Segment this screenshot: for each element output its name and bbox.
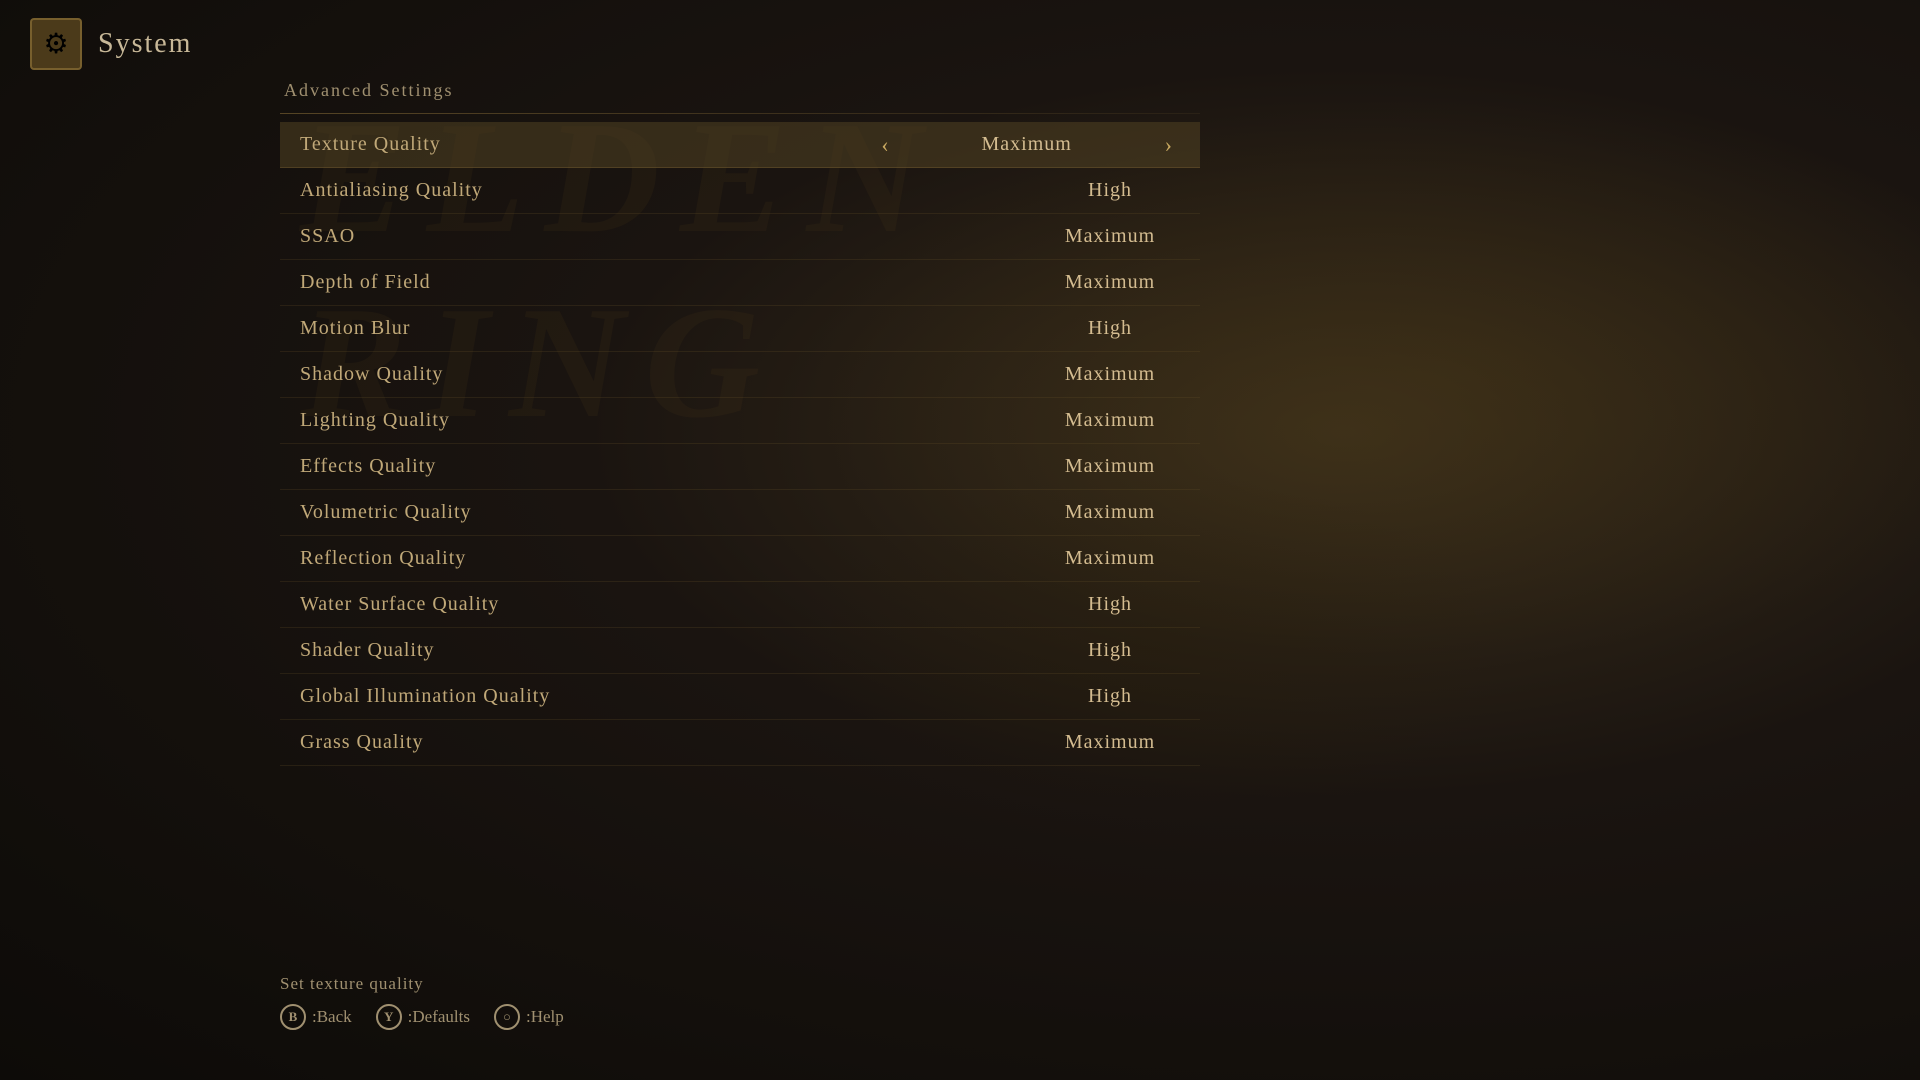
setting-label: Reflection Quality [300,547,1040,570]
control-icon: Y [376,1004,402,1030]
setting-row[interactable]: Depth of FieldMaximum [280,260,1200,306]
setting-label: Antialiasing Quality [300,179,1040,202]
setting-row[interactable]: Lighting QualityMaximum [280,398,1200,444]
setting-row[interactable]: Motion BlurHigh [280,306,1200,352]
setting-label: Grass Quality [300,731,1040,754]
setting-row[interactable]: Antialiasing QualityHigh [280,168,1200,214]
setting-label: Volumetric Quality [300,501,1040,524]
setting-row[interactable]: Effects QualityMaximum [280,444,1200,490]
setting-label: Effects Quality [300,455,1040,478]
setting-row[interactable]: Shadow QualityMaximum [280,352,1200,398]
footer-hint: Set texture quality [280,974,564,994]
control-label: :Defaults [408,1007,470,1027]
arrow-right-button[interactable]: › [1157,130,1180,160]
setting-label: Shader Quality [300,639,1040,662]
gear-icon: ⚙ [30,18,82,70]
setting-label: Motion Blur [300,317,1040,340]
setting-label: Global Illumination Quality [300,685,1040,708]
setting-label: Texture Quality [300,133,873,156]
setting-value: High [1040,639,1180,662]
setting-label: Lighting Quality [300,409,1040,432]
setting-row[interactable]: Global Illumination QualityHigh [280,674,1200,720]
arrow-left-button[interactable]: ‹ [873,130,896,160]
setting-value: High [1040,317,1180,340]
setting-value: Maximum [1040,225,1180,248]
setting-value: Maximum [1040,547,1180,570]
section-divider [280,113,1200,114]
setting-label: SSAO [300,225,1040,248]
control-icon: ○ [494,1004,520,1030]
nav-arrows: ‹ Maximum › [873,130,1180,160]
setting-row[interactable]: Shader QualityHigh [280,628,1200,674]
control-label: :Back [312,1007,352,1027]
setting-value: Maximum [1040,501,1180,524]
control-label: :Help [526,1007,564,1027]
main-panel: Advanced Settings Texture Quality‹ Maximu… [280,80,1200,766]
footer-control[interactable]: Y :Defaults [376,1004,470,1030]
footer-control[interactable]: ○ :Help [494,1004,564,1030]
setting-label: Depth of Field [300,271,1040,294]
footer-controls: B :Back Y :Defaults ○ :Help [280,1004,564,1030]
setting-value: High [1040,685,1180,708]
setting-label: Water Surface Quality [300,593,1040,616]
setting-value: High [1040,179,1180,202]
setting-row[interactable]: Water Surface QualityHigh [280,582,1200,628]
setting-value: High [1040,593,1180,616]
setting-value: Maximum [1040,363,1180,386]
setting-value: Maximum [1040,271,1180,294]
main-content: ⚙ System Advanced Settings Texture Quali… [0,0,1920,1080]
footer-control[interactable]: B :Back [280,1004,352,1030]
setting-row[interactable]: Grass QualityMaximum [280,720,1200,766]
setting-row[interactable]: Texture Quality‹ Maximum › [280,122,1200,168]
header-title: System [98,28,192,60]
setting-row[interactable]: Volumetric QualityMaximum [280,490,1200,536]
header: ⚙ System [0,0,1920,88]
setting-value: Maximum [957,133,1097,156]
setting-label: Shadow Quality [300,363,1040,386]
footer: Set texture quality B :Back Y :Defaults ○ :He… [280,974,564,1030]
setting-row[interactable]: Reflection QualityMaximum [280,536,1200,582]
settings-list: Texture Quality‹ Maximum › Antialiasing Qua… [280,122,1200,766]
section-title: Advanced Settings [280,80,1200,101]
setting-value: Maximum [1040,409,1180,432]
setting-value: Maximum [1040,455,1180,478]
setting-value: Maximum [1040,731,1180,754]
control-icon: B [280,1004,306,1030]
setting-row[interactable]: SSAOMaximum [280,214,1200,260]
